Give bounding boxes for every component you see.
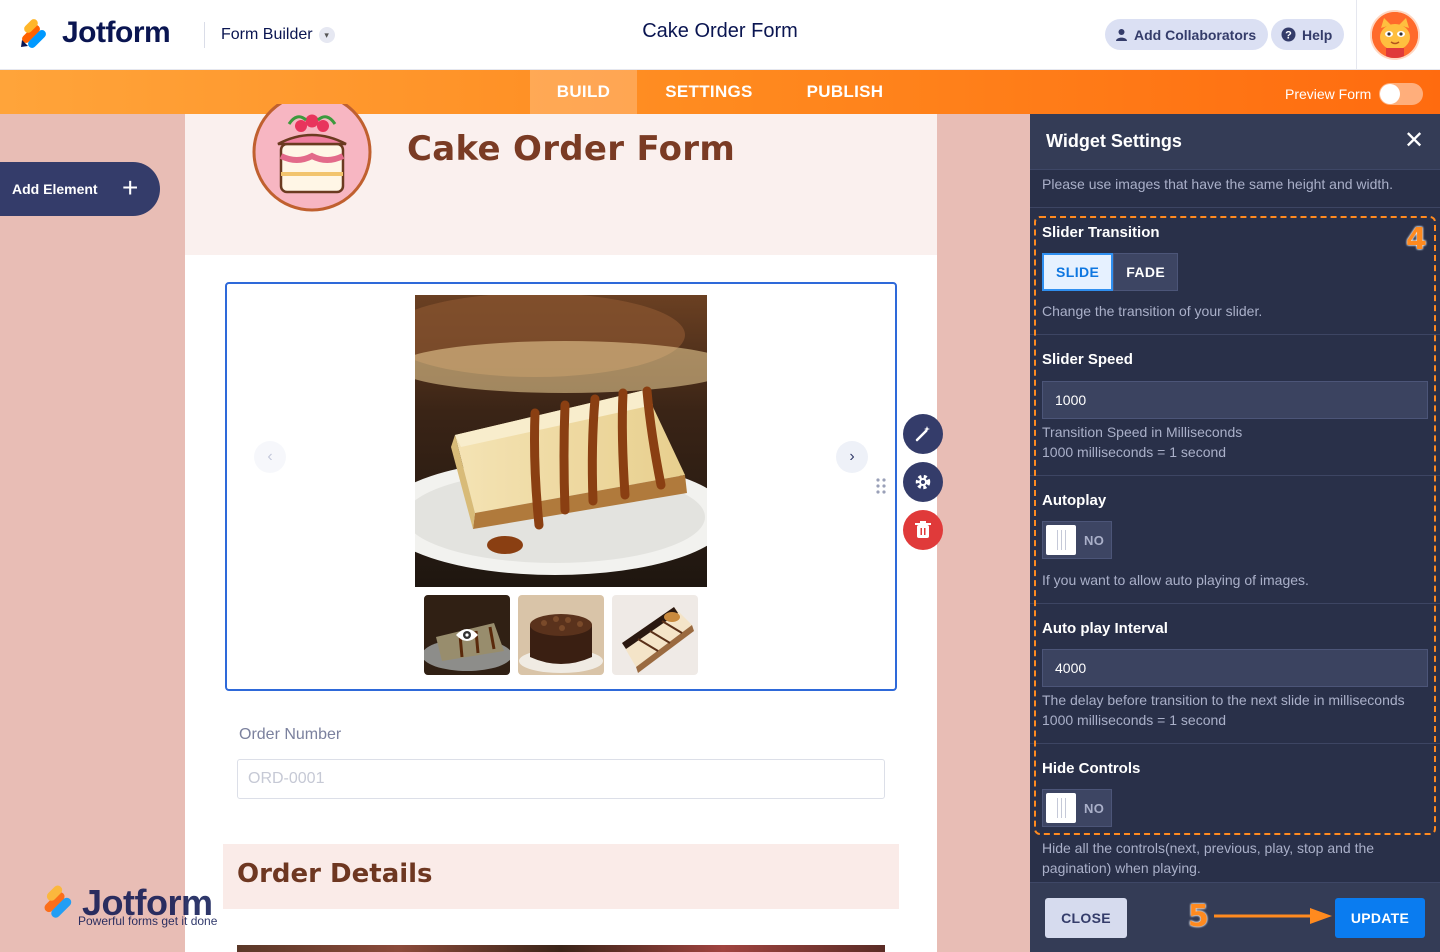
thumbnail-chocolate-cake-image: [518, 595, 604, 675]
header-divider: [1356, 0, 1357, 70]
tab-build[interactable]: BUILD: [530, 70, 637, 114]
jotform-logo[interactable]: Jotform: [18, 16, 171, 50]
step-5-marker: 5: [1188, 899, 1209, 934]
order-number-label: Order Number: [239, 726, 342, 743]
bottom-image-strip: [237, 945, 885, 952]
autoplay-note: If you want to allow auto playing of ima…: [1042, 572, 1309, 588]
avatar-cat-icon: [1372, 12, 1418, 58]
interval-note-1: The delay before transition to the next …: [1042, 692, 1405, 708]
svg-text:?: ?: [1285, 30, 1292, 42]
step-4-marker: 4: [1406, 222, 1427, 257]
chevron-down-icon: ▾: [318, 27, 335, 43]
help-button[interactable]: ? Help: [1271, 19, 1345, 50]
help-icon: ?: [1281, 27, 1296, 42]
jotform-mark-icon: [21, 19, 46, 48]
magic-wand-icon: [915, 426, 930, 442]
cheesecake-image: [415, 295, 707, 587]
close-button[interactable]: CLOSE: [1045, 898, 1127, 938]
interval-note-2: 1000 milliseconds = 1 second: [1042, 712, 1227, 728]
tab-publish[interactable]: PUBLISH: [790, 70, 900, 114]
builder-nav: BUILD SETTINGS PUBLISH Preview Form: [0, 70, 1440, 114]
slider-prev-button[interactable]: ‹: [254, 441, 286, 473]
widget-settings-panel: Widget Settings ✕ Please use images that…: [1030, 114, 1440, 952]
transition-note: Change the transition of your slider.: [1042, 303, 1263, 319]
watermark-logo-icon: [44, 885, 72, 918]
arrow-right-icon: [1214, 908, 1332, 924]
chevron-right-icon: ›: [849, 448, 855, 465]
hide-controls-state: NO: [1084, 800, 1105, 816]
divider: [1030, 603, 1440, 604]
user-icon: [1116, 29, 1127, 41]
gear-icon: [915, 474, 931, 490]
wand-button[interactable]: [903, 414, 943, 454]
slider-thumbnail-2[interactable]: [518, 595, 604, 675]
autoplay-toggle[interactable]: NO: [1042, 521, 1112, 559]
toggle-knob: [1046, 793, 1076, 823]
toggle-knob: [1046, 525, 1076, 555]
help-label: Help: [1302, 26, 1333, 43]
image-slider-widget[interactable]: ‹ ›: [225, 282, 897, 691]
divider: [1030, 475, 1440, 476]
slider-next-button[interactable]: ›: [836, 441, 868, 473]
order-number-input[interactable]: ORD-0001: [237, 759, 885, 799]
autoplay-label: Autoplay: [1042, 492, 1107, 509]
divider: [1030, 743, 1440, 744]
slider-thumbnail-1[interactable]: [424, 595, 510, 675]
add-collaborators-button[interactable]: Add Collaborators: [1105, 19, 1269, 50]
eye-icon: [456, 629, 478, 641]
brand-name: Jotform: [62, 16, 171, 49]
panel-title: Widget Settings: [1046, 131, 1182, 151]
update-button[interactable]: UPDATE: [1335, 898, 1425, 938]
watermark-tagline: Powerful forms get it done: [78, 914, 218, 928]
hide-controls-note-2: pagination) when playing.: [1042, 860, 1201, 876]
slider-transition-label: Slider Transition: [1042, 224, 1160, 241]
divider: [1030, 334, 1440, 335]
tab-settings[interactable]: SETTINGS: [648, 70, 770, 114]
top-bar: Jotform Form Builder ▾ Cake Order Form A…: [0, 0, 1440, 70]
hide-controls-label: Hide Controls: [1042, 760, 1141, 777]
trash-icon: [915, 521, 931, 538]
speed-note-2: 1000 milliseconds = 1 second: [1042, 444, 1227, 460]
autoplay-state: NO: [1084, 532, 1105, 548]
hide-controls-toggle[interactable]: NO: [1042, 789, 1112, 827]
form-builder-label: Form Builder: [221, 26, 313, 43]
image-size-note: Please use images that have the same hei…: [1042, 176, 1393, 192]
preview-form-control: Preview Form: [1285, 83, 1424, 105]
chevron-left-icon: ‹: [267, 448, 273, 465]
form-header[interactable]: Cake Order Form: [185, 104, 937, 255]
panel-header: Widget Settings ✕: [1030, 114, 1440, 170]
autoplay-interval-input[interactable]: 4000: [1042, 649, 1428, 687]
cake-logo-icon: [252, 104, 372, 212]
slider-speed-label: Slider Speed: [1042, 351, 1133, 368]
form-canvas: Cake Order Form ‹ › Order Number ORD-000…: [185, 104, 937, 952]
section-heading: Order Details: [237, 859, 433, 889]
thumbnail-caramel-cake-image: [612, 595, 698, 675]
add-element-label: Add Element: [12, 181, 98, 197]
divider: [1030, 207, 1440, 208]
form-title-heading: Cake Order Form: [407, 129, 736, 169]
form-builder-menu[interactable]: Form Builder ▾: [204, 22, 335, 48]
preview-form-toggle[interactable]: [1379, 83, 1424, 105]
slider-thumbnail-3[interactable]: [612, 595, 698, 675]
add-collaborators-label: Add Collaborators: [1134, 26, 1257, 43]
hide-controls-note-1: Hide all the controls(next, previous, pl…: [1042, 840, 1375, 856]
speed-note-1: Transition Speed in Milliseconds: [1042, 424, 1243, 440]
order-details-section[interactable]: Order Details: [223, 844, 899, 909]
autoplay-interval-label: Auto play Interval: [1042, 620, 1168, 637]
slider-speed-input[interactable]: 1000: [1042, 381, 1428, 419]
avatar[interactable]: [1370, 10, 1420, 60]
add-element-button[interactable]: Add Element +: [0, 162, 160, 216]
slider-main-image: [415, 295, 707, 587]
widget-settings-button[interactable]: [903, 462, 943, 502]
plus-icon: +: [122, 172, 139, 203]
transition-slide-option[interactable]: SLIDE: [1042, 253, 1114, 291]
preview-form-label: Preview Form: [1285, 86, 1372, 102]
drag-handle-icon[interactable]: [875, 478, 887, 494]
transition-fade-option[interactable]: FADE: [1113, 253, 1179, 291]
delete-button[interactable]: [903, 510, 943, 550]
transition-selector: SLIDE FADE: [1042, 253, 1179, 291]
close-icon[interactable]: ✕: [1404, 128, 1424, 154]
